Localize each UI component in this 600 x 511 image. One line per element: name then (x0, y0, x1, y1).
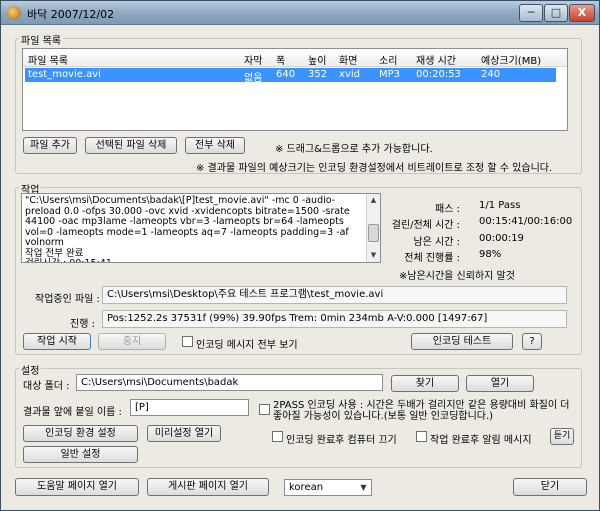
log-scrollbar[interactable]: ▲ ▼ (366, 194, 380, 262)
prefix-input[interactable]: [P] (130, 399, 249, 416)
scroll-down-icon[interactable]: ▼ (367, 249, 380, 262)
target-folder-input[interactable]: C:\Users\msi\Documents\badak (76, 374, 383, 391)
two-pass-checkbox[interactable] (259, 404, 270, 415)
pass-value: 1/1 Pass (479, 200, 521, 211)
delete-selected-button[interactable]: 선택된 파일 삭제 (85, 137, 177, 154)
current-file-label: 작업중인 파일 : (35, 294, 100, 305)
encoding-test-button[interactable]: 인코딩 테스트 (411, 333, 513, 350)
preset-open-button[interactable]: 미리설정 열기 (147, 425, 221, 442)
file-list[interactable]: 파일 목록 자막 폭 높이 화면 소리 재생 시간 예상크기(MB) test_… (22, 48, 568, 131)
start-job-button[interactable]: 작업 시작 (23, 333, 91, 350)
remaining-label: 남은 시간 : (413, 237, 460, 248)
browse-button[interactable]: 찾기 (391, 375, 459, 392)
show-all-messages-checkbox[interactable] (182, 336, 193, 347)
notify-label: 작업 완료후 알림 메시지 (430, 435, 532, 446)
cell-height: 352 (308, 69, 328, 80)
notify-checkbox[interactable] (416, 431, 427, 442)
title-bar[interactable]: 바닥 2007/12/02 ─ □ X (1, 1, 599, 25)
language-select[interactable]: korean ▼ (284, 479, 372, 496)
column-header-video[interactable]: 화면 (339, 52, 357, 67)
remaining-time-note: ※남은시간을 신뢰하지 말것 (399, 271, 515, 282)
settings-group-label: 설정 (19, 362, 42, 377)
status-label: 진행 : (70, 319, 95, 330)
cell-video: xvid (339, 69, 360, 80)
cell-audio: MP3 (379, 69, 401, 80)
elapsed-value: 00:15:41/00:16:00 (479, 216, 573, 227)
shutdown-label: 인코딩 완료후 컴퓨터 끄기 (286, 435, 397, 446)
cell-width: 640 (276, 69, 296, 80)
elapsed-label: 걸린/전체 시간 : (391, 220, 460, 231)
app-icon (7, 6, 21, 20)
file-list-group-label: 파일 목록 (19, 32, 63, 47)
scroll-up-icon[interactable]: ▲ (367, 194, 380, 207)
column-header-height[interactable]: 높이 (308, 52, 326, 67)
two-pass-label: 2PASS 인코딩 사용 : 시간은 두배가 걸리지만 같은 용량대비 화질이 … (273, 400, 570, 422)
delete-all-button[interactable]: 전부 삭제 (185, 137, 245, 154)
cell-duration: 00:20:53 (416, 69, 461, 80)
window-title: 바닥 2007/12/02 (27, 8, 115, 21)
add-file-button[interactable]: 파일 추가 (23, 137, 77, 154)
current-file-field: C:\Users\msi\Desktop\주요 테스트 프로그램\test_mo… (102, 286, 567, 304)
target-folder-label: 대상 폴더 : (23, 381, 70, 392)
column-header-subtitle[interactable]: 자막 (244, 52, 262, 67)
column-header-file[interactable]: 파일 목록 (28, 52, 68, 67)
maximize-button[interactable]: □ (544, 4, 568, 22)
status-field: Pos:1252.2s 37531f (99%) 39.90fps Trem: … (102, 310, 567, 328)
board-page-button[interactable]: 게시판 페이지 열기 (147, 478, 269, 496)
encoding-log-text: "C:\Users\msi\Documents\badak\[P]test_mo… (25, 195, 350, 262)
column-header-width[interactable]: 폭 (276, 52, 285, 67)
close-window-button[interactable]: X (569, 4, 595, 22)
minimize-button[interactable]: ─ (519, 4, 543, 22)
progress-label: 전체 진행률 : (404, 253, 460, 264)
progress-value: 98% (479, 249, 502, 260)
size-note: ※ 결과물 파일의 예상크기는 인코딩 환경설정에서 비트레이트로 조정 할 수… (196, 163, 553, 174)
file-list-header: 파일 목록 자막 폭 높이 화면 소리 재생 시간 예상크기(MB) (23, 49, 567, 67)
notify-listen-button[interactable]: 듣기 (550, 428, 574, 445)
column-header-duration[interactable]: 재생 시간 (416, 52, 456, 67)
stop-button[interactable]: 중지 (98, 333, 166, 350)
prefix-label: 결과물 앞에 붙일 이름 : (23, 407, 122, 418)
main-window: 바닥 2007/12/02 ─ □ X 파일 목록 파일 목록 자막 폭 높이 … (0, 0, 600, 511)
cell-file: test_movie.avi (28, 69, 101, 80)
help-button[interactable]: ? (522, 333, 542, 350)
open-folder-button[interactable]: 열기 (466, 375, 534, 392)
cell-size: 240 (481, 69, 501, 80)
close-button[interactable]: 닫기 (513, 478, 587, 496)
column-header-audio[interactable]: 소리 (379, 52, 397, 67)
shutdown-checkbox[interactable] (272, 431, 283, 442)
show-all-messages-label: 인코딩 메시지 전부 보기 (196, 340, 298, 351)
encoding-log[interactable]: "C:\Users\msi\Documents\badak\[P]test_mo… (21, 193, 381, 263)
help-page-button[interactable]: 도움말 페이지 열기 (15, 478, 139, 496)
column-header-size[interactable]: 예상크기(MB) (481, 52, 541, 67)
remaining-value: 00:00:19 (479, 233, 524, 244)
drag-drop-note: ※ 드래그&드롭으로 추가 가능합니다. (275, 144, 433, 155)
pass-label: 패스 : (435, 204, 460, 215)
language-select-value: korean (289, 482, 324, 493)
file-list-row[interactable]: test_movie.avi 없음 640 352 xvid MP3 00:20… (25, 68, 556, 84)
scroll-thumb[interactable] (368, 224, 379, 242)
chevron-down-icon[interactable]: ▼ (357, 481, 370, 494)
general-settings-button[interactable]: 일반 설정 (23, 446, 138, 463)
cell-subtitle: 없음 (244, 73, 263, 84)
encoding-settings-button[interactable]: 인코딩 환경 설정 (23, 425, 138, 442)
